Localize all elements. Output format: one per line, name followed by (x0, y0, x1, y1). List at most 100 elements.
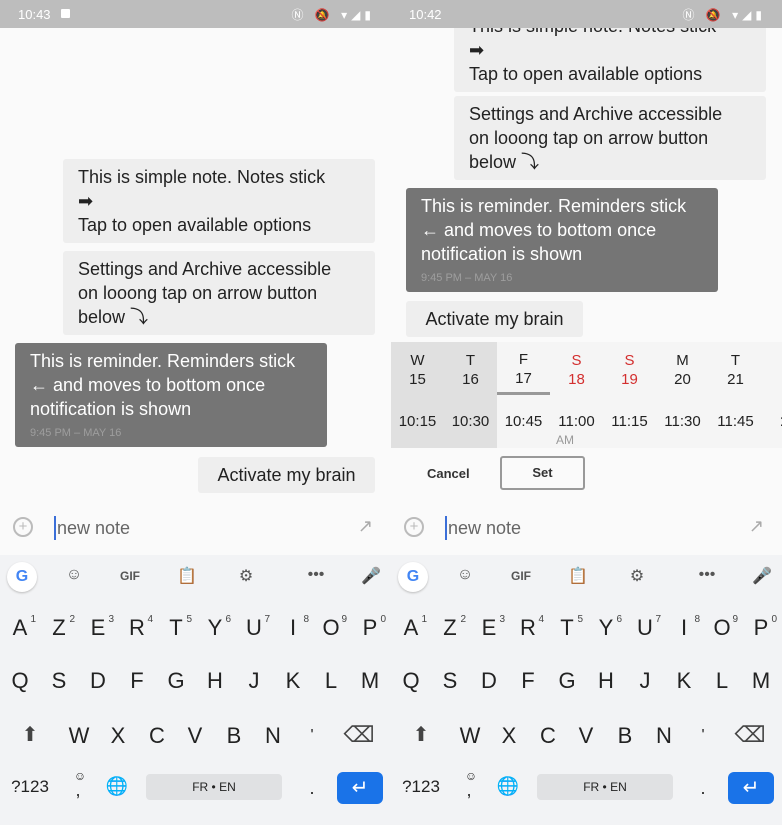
comma-key[interactable]: , (60, 775, 96, 805)
more-icon[interactable]: ••• (301, 566, 331, 584)
reminder-note[interactable]: This is reminder. Reminders stick ← and … (406, 188, 718, 292)
key-B[interactable]: B (216, 721, 252, 751)
note-simple[interactable]: This is simple note. Notes stick ➡ Tap t… (63, 159, 375, 243)
key-F[interactable]: F (510, 666, 546, 696)
send-arrow-icon[interactable]: ↗ (749, 516, 764, 537)
symbols-key[interactable]: ?123 (395, 772, 447, 802)
clipboard-icon[interactable]: 📋 (563, 566, 593, 586)
key-J[interactable]: J (627, 666, 663, 696)
note-activate[interactable]: Activate my brain (406, 301, 583, 337)
backspace-key[interactable]: ⌫ (341, 720, 377, 750)
note-activate[interactable]: Activate my brain (198, 457, 375, 493)
key-P[interactable]: P0 (743, 613, 779, 643)
key-Q[interactable]: Q (393, 666, 429, 696)
settings-gear-icon[interactable]: ⚙ (231, 566, 261, 586)
key-S[interactable]: S (432, 666, 468, 696)
comma-key[interactable]: , (451, 775, 487, 805)
globe-icon[interactable]: 🌐 (490, 771, 526, 801)
key-U[interactable]: U7 (236, 613, 272, 643)
day-21[interactable]: T 21 (709, 351, 762, 389)
backspace-key[interactable]: ⌫ (732, 720, 768, 750)
google-icon[interactable]: G (7, 562, 37, 592)
key-Y[interactable]: Y6 (588, 613, 624, 643)
clipboard-icon[interactable]: 📋 (172, 566, 202, 586)
reminder-note[interactable]: This is reminder. Reminders stick ← and … (15, 343, 327, 447)
key-R[interactable]: R4 (510, 613, 546, 643)
key-M[interactable]: M (743, 666, 779, 696)
key-N[interactable]: N (255, 721, 291, 751)
key-Y[interactable]: Y6 (197, 613, 233, 643)
symbols-key[interactable]: ?123 (4, 772, 56, 802)
time-option[interactable]: 10:30 (444, 413, 497, 430)
time-option[interactable]: 10:45 (497, 413, 550, 430)
note-settings[interactable]: Settings and Archive accessible on looon… (454, 96, 766, 180)
key-K[interactable]: K (666, 666, 702, 696)
shift-key[interactable]: ⬆ (403, 720, 439, 750)
day-18[interactable]: S 18 (550, 351, 603, 389)
new-note-input[interactable]: new note (54, 516, 130, 540)
key-V[interactable]: V (177, 721, 213, 751)
key-U[interactable]: U7 (627, 613, 663, 643)
key-Z[interactable]: Z2 (432, 613, 468, 643)
google-icon[interactable]: G (398, 562, 428, 592)
key-R[interactable]: R4 (119, 613, 155, 643)
key-K[interactable]: K (275, 666, 311, 696)
key-O[interactable]: O9 (704, 613, 740, 643)
key-'[interactable]: ' (685, 721, 721, 751)
shift-key[interactable]: ⬆ (12, 720, 48, 750)
key-J[interactable]: J (236, 666, 272, 696)
period-key[interactable]: . (685, 773, 721, 803)
gif-button[interactable]: GIF (506, 569, 536, 583)
add-reminder-icon[interactable]: + (13, 517, 33, 537)
period-key[interactable]: . (294, 773, 330, 803)
day-17[interactable]: F 17 (497, 350, 550, 388)
key-F[interactable]: F (119, 666, 155, 696)
day-19[interactable]: S 19 (603, 351, 656, 389)
more-icon[interactable]: ••• (692, 566, 722, 584)
time-option[interactable]: 10:15 (391, 413, 444, 430)
key-I[interactable]: I8 (275, 613, 311, 643)
key-W[interactable]: W (452, 721, 488, 751)
key-W[interactable]: W (61, 721, 97, 751)
enter-key[interactable]: ↵ (728, 772, 774, 804)
key-M[interactable]: M (352, 666, 388, 696)
key-O[interactable]: O9 (313, 613, 349, 643)
key-C[interactable]: C (139, 721, 175, 751)
time-option[interactable]: 11:45 (709, 413, 762, 430)
globe-icon[interactable]: 🌐 (99, 771, 135, 801)
day-20[interactable]: M 20 (656, 351, 709, 389)
send-arrow-icon[interactable]: ↗ (358, 516, 373, 537)
key-P[interactable]: P0 (352, 613, 388, 643)
note-settings[interactable]: Settings and Archive accessible on looon… (63, 251, 375, 335)
new-note-input[interactable]: new note (445, 516, 521, 540)
microphone-icon[interactable]: 🎤 (747, 566, 777, 586)
settings-gear-icon[interactable]: ⚙ (622, 566, 652, 586)
enter-key[interactable]: ↵ (337, 772, 383, 804)
key-N[interactable]: N (646, 721, 682, 751)
cancel-button[interactable]: Cancel (427, 466, 470, 481)
key-Z[interactable]: Z2 (41, 613, 77, 643)
key-H[interactable]: H (197, 666, 233, 696)
time-option[interactable]: 11:30 (656, 413, 709, 430)
key-Q[interactable]: Q (2, 666, 38, 696)
key-G[interactable]: G (549, 666, 585, 696)
key-A[interactable]: A1 (393, 613, 429, 643)
set-button[interactable]: Set (500, 456, 585, 490)
time-option[interactable]: 12 (762, 413, 782, 430)
key-G[interactable]: G (158, 666, 194, 696)
sticker-icon[interactable]: ☺ (59, 566, 89, 584)
key-B[interactable]: B (607, 721, 643, 751)
key-'[interactable]: ' (294, 721, 330, 751)
key-D[interactable]: D (471, 666, 507, 696)
key-X[interactable]: X (491, 721, 527, 751)
time-option[interactable]: 11:15 (603, 413, 656, 430)
key-T[interactable]: T5 (158, 613, 194, 643)
key-L[interactable]: L (704, 666, 740, 696)
sticker-icon[interactable]: ☺ (450, 566, 480, 584)
day-15[interactable]: W 15 (391, 351, 444, 389)
key-L[interactable]: L (313, 666, 349, 696)
key-S[interactable]: S (41, 666, 77, 696)
gif-button[interactable]: GIF (115, 569, 145, 583)
key-E[interactable]: E3 (471, 613, 507, 643)
key-H[interactable]: H (588, 666, 624, 696)
